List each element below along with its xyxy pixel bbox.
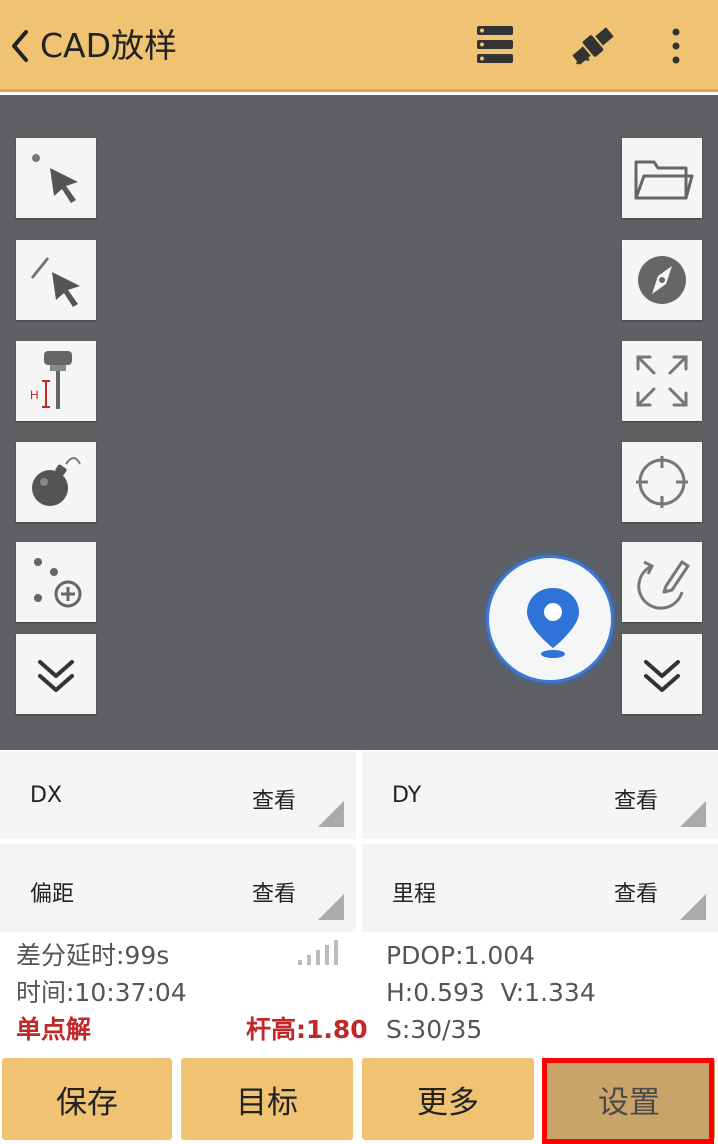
info-cells-grid: DX 查看 DY 查看 偏距 查看 里程 查看 [0,751,718,933]
zoom-extent-icon [636,355,688,407]
expand-left-tools-button[interactable] [16,634,96,714]
cell-dx[interactable]: DX 查看 [0,751,356,839]
satellite-count-text: S:30/35 [386,1015,483,1044]
list-menu-button[interactable] [469,20,521,72]
pole-height-text[interactable]: 杆高:1.80 [246,1014,368,1046]
cell-mileage[interactable]: 里程 查看 [362,844,718,932]
time-text: 时间:10:37:04 [16,978,187,1007]
cell-label: 偏距 [30,882,75,907]
svg-text:H: H [30,388,39,402]
line-select-icon [30,257,80,307]
rotate-draw-icon [637,560,690,610]
point-select-icon [32,154,78,203]
list-icon [477,26,513,63]
cell-offset[interactable]: 偏距 查看 [0,844,356,932]
target-button[interactable]: 目标 [181,1058,353,1140]
satellite-icon [572,27,614,65]
rotate-draw-button[interactable] [622,542,702,622]
signal-strength-icon [298,940,338,965]
corner-triangle-icon [680,801,706,827]
point-select-button[interactable] [16,138,96,218]
bomb-button[interactable] [16,442,96,522]
diff-delay-text: 差分延时:99s [16,941,170,970]
cell-view-link[interactable]: 查看 [614,876,658,908]
corner-triangle-icon [318,801,344,827]
cell-view-link[interactable]: 查看 [252,783,296,815]
save-button[interactable]: 保存 [2,1058,172,1140]
cell-view-link[interactable]: 查看 [252,876,296,908]
cell-dy[interactable]: DY 查看 [362,751,718,839]
satellite-button[interactable] [567,20,619,72]
add-point-button[interactable] [16,542,96,622]
cell-label: DY [392,783,422,808]
bomb-icon [32,457,81,506]
open-file-button[interactable] [622,138,702,218]
pdop-text: PDOP:1.004 [386,941,536,970]
my-location-button[interactable] [486,555,614,683]
crosshair-icon [636,456,688,508]
page-title: CAD放样 [40,26,178,65]
settings-highlight-box [542,1058,714,1144]
expand-down-icon [644,660,680,692]
antenna-height-icon: H [30,351,72,409]
cell-view-link[interactable]: 查看 [614,783,658,815]
expand-right-tools-button[interactable] [622,634,702,714]
expand-down-icon [38,660,74,692]
more-button[interactable]: 更多 [362,1058,534,1140]
line-select-button[interactable] [16,240,96,320]
cell-label: DX [30,783,63,808]
antenna-height-button[interactable]: H [16,341,96,421]
cad-map-canvas[interactable]: H [0,95,718,750]
zoom-extent-button[interactable] [622,341,702,421]
more-options-button[interactable] [650,20,702,72]
compass-button[interactable] [622,240,702,320]
folder-icon [634,160,694,200]
back-arrow-icon[interactable] [6,24,36,68]
cell-label: 里程 [392,882,437,907]
compass-icon [638,256,686,304]
solution-status-badge: 单点解 [16,1015,92,1044]
corner-triangle-icon [318,894,344,920]
hv-precision-text: H:0.593 V:1.334 [386,978,596,1007]
corner-triangle-icon [680,894,706,920]
location-pin-icon [527,588,579,658]
app-header: CAD放样 [0,0,718,92]
add-point-icon [34,558,82,608]
more-vertical-icon [672,28,680,64]
locate-center-button[interactable] [622,442,702,522]
